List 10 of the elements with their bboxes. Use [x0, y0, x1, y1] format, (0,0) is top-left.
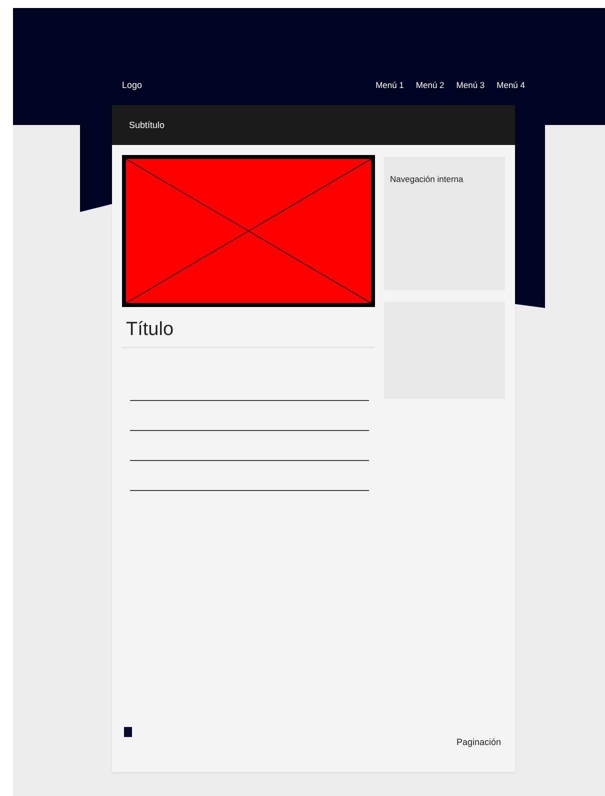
logo[interactable]: Logo: [122, 80, 142, 90]
pagination-label: Paginación: [456, 737, 501, 747]
menu-link[interactable]: Menú 4: [496, 80, 525, 90]
menu-link[interactable]: Menú 1: [376, 80, 404, 90]
menu-link[interactable]: Menú 3: [456, 80, 485, 90]
page-button[interactable]: [124, 727, 132, 737]
menu-link[interactable]: Menú 2: [416, 80, 444, 90]
panel-title: Navegación interna: [390, 174, 464, 184]
title: Título: [122, 317, 375, 348]
subtitle: Subtítulo: [129, 120, 165, 130]
